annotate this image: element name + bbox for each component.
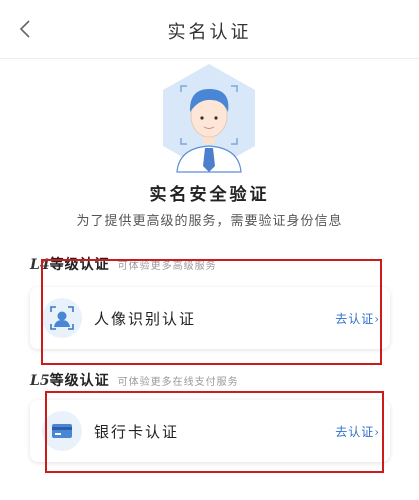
bank-card-go-link[interactable]: 去认证› xyxy=(335,423,380,440)
level-tag: L5 xyxy=(30,373,50,389)
hero-subtitle: 为了提供更高级的服务，需要验证身份信息 xyxy=(76,214,343,229)
level-header-l5: L5 等级认证 可体验更多在线支付服务 xyxy=(30,370,239,390)
face-recognition-label: 人像识别认证 xyxy=(94,310,197,328)
bank-card-icon xyxy=(42,411,82,451)
level-header-l4: L4 等级认证 可体验更多高级服务 xyxy=(30,254,217,274)
level-name: 等级认证 xyxy=(49,373,110,389)
level-tag: L4 xyxy=(30,257,50,273)
face-recognition-go-link[interactable]: 去认证› xyxy=(335,310,380,327)
level-name: 等级认证 xyxy=(49,257,110,273)
bank-card-label: 银行卡认证 xyxy=(94,423,180,441)
hero-title: 实名安全验证 xyxy=(149,185,270,205)
face-scan-icon xyxy=(42,298,82,338)
level-description: 可体验更多在线支付服务 xyxy=(117,377,239,388)
face-recognition-card[interactable]: 人像识别认证 去认证› xyxy=(30,287,390,349)
level-description: 可体验更多高级服务 xyxy=(117,261,217,272)
nav-bar: 实名认证 xyxy=(0,0,419,59)
page-title: 实名认证 xyxy=(167,22,252,43)
bank-card-card[interactable]: 银行卡认证 去认证› xyxy=(30,400,390,462)
user-avatar-icon xyxy=(159,62,259,174)
